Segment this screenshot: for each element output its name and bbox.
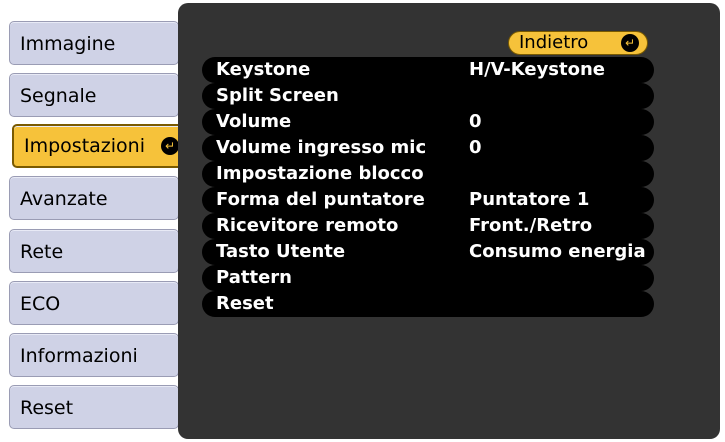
enter-icon: ↵ [161, 137, 179, 155]
tab-segnale[interactable]: Segnale [9, 73, 179, 117]
row-label: Forma del puntatore [216, 189, 425, 210]
row-label: Ricevitore remoto [216, 215, 399, 236]
menu-row-mic-volume[interactable]: Volume ingresso mic 0 [202, 135, 654, 161]
menu-row-reset[interactable]: Reset [202, 291, 654, 317]
tab-label: ECO [20, 293, 61, 315]
menu-row-pointer-shape[interactable]: Forma del puntatore Puntatore 1 [202, 187, 654, 213]
row-value: 0 [469, 137, 482, 158]
row-label: Volume [216, 111, 292, 132]
tab-label: Impostazioni [24, 135, 145, 157]
row-label: Volume ingresso mic [216, 137, 427, 158]
row-label: Reset [216, 293, 274, 314]
row-label: Tasto Utente [216, 241, 346, 262]
row-value: Puntatore 1 [469, 189, 590, 210]
menu-row-volume[interactable]: Volume 0 [202, 109, 654, 135]
row-label: Split Screen [216, 85, 339, 106]
menu-row-keystone[interactable]: Keystone H/V-Keystone [202, 57, 654, 83]
row-label: Keystone [216, 59, 311, 80]
row-value: Front./Retro [469, 215, 593, 236]
row-label: Pattern [216, 267, 292, 288]
back-label: Indietro [519, 32, 589, 53]
tab-label: Segnale [20, 85, 97, 107]
tab-avanzate[interactable]: Avanzate [9, 176, 179, 220]
tab-label: Reset [20, 397, 74, 419]
menu-row-lock-setting[interactable]: Impostazione blocco [202, 161, 654, 187]
row-value: H/V-Keystone [469, 59, 606, 80]
menu-row-user-button[interactable]: Tasto Utente Consumo energia [202, 239, 654, 265]
tab-rete[interactable]: Rete [9, 229, 179, 273]
tab-informazioni[interactable]: Informazioni [9, 333, 179, 377]
tab-label: Immagine [20, 33, 116, 55]
tab-label: Rete [20, 241, 64, 263]
tab-label: Informazioni [20, 345, 138, 367]
tab-eco[interactable]: ECO [9, 281, 179, 325]
tab-immagine[interactable]: Immagine [9, 21, 179, 65]
menu-row-remote-receiver[interactable]: Ricevitore remoto Front./Retro [202, 213, 654, 239]
tab-label: Avanzate [20, 188, 108, 210]
row-label: Impostazione blocco [216, 163, 424, 184]
back-button[interactable]: Indietro ↵ [508, 31, 648, 55]
sidebar: Immagine Segnale Impostazioni ↵ Avanzate… [0, 0, 200, 442]
settings-panel: Indietro ↵ Keystone H/V-Keystone Split S… [178, 3, 720, 439]
row-value: Consumo energia [469, 241, 646, 262]
tab-reset[interactable]: Reset [9, 385, 179, 429]
tab-impostazioni[interactable]: Impostazioni ↵ [12, 124, 189, 168]
menu-row-pattern[interactable]: Pattern [202, 265, 654, 291]
menu-row-split-screen[interactable]: Split Screen [202, 83, 654, 109]
enter-icon: ↵ [621, 34, 639, 52]
row-value: 0 [469, 111, 482, 132]
